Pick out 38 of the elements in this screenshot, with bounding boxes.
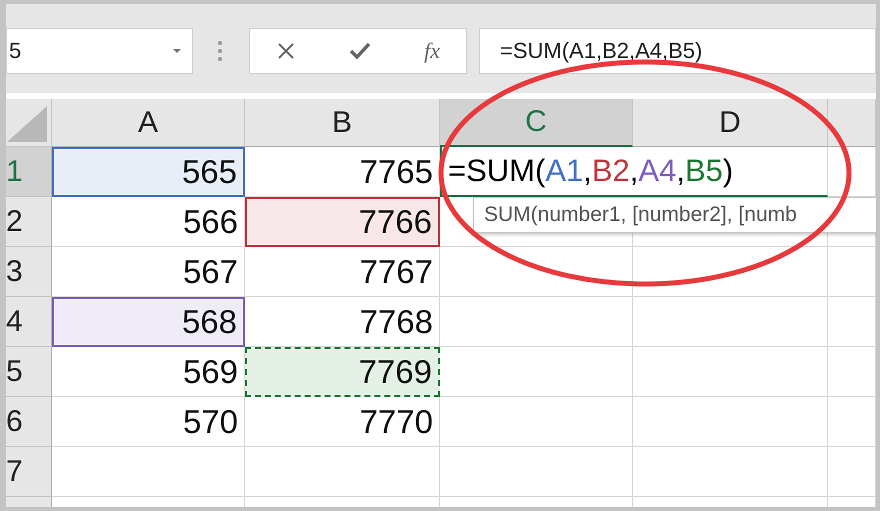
column-header[interactable]: A: [52, 99, 245, 147]
table-cell: 570: [52, 397, 245, 447]
column-header[interactable]: [828, 99, 876, 147]
table-cell: 565: [52, 147, 245, 197]
table-cell: 7770: [245, 397, 440, 447]
table-cell: 7766: [245, 197, 440, 247]
table-cell: 7769: [245, 347, 440, 397]
function-tooltip: SUM(number1, [number2], [numb: [473, 197, 876, 233]
table-cell: 569: [52, 347, 245, 397]
drag-handle-icon[interactable]: [217, 40, 223, 62]
row-header[interactable]: 1: [6, 147, 52, 197]
column-header[interactable]: C: [440, 99, 633, 147]
name-box[interactable]: 5: [6, 28, 193, 74]
corner-triangle-icon: [7, 106, 47, 142]
column-header[interactable]: D: [633, 99, 828, 147]
column-header[interactable]: B: [245, 99, 440, 147]
row-header[interactable]: 7: [6, 447, 52, 497]
empty-cell: [828, 447, 876, 497]
empty-cell: [828, 397, 876, 447]
formula-field[interactable]: =SUM(A1,B2,A4,B5): [479, 28, 876, 74]
table-cell: 566: [52, 197, 245, 247]
empty-cell: [828, 297, 876, 347]
table-cell: 7767: [245, 247, 440, 297]
insert-function-button[interactable]: fx: [420, 34, 444, 68]
row-header[interactable]: 4: [6, 297, 52, 347]
table-cell: 7765: [245, 147, 440, 197]
close-icon: [276, 40, 296, 60]
row-header[interactable]: 3: [6, 247, 52, 297]
table-cell: 567: [52, 247, 245, 297]
empty-cell: [828, 247, 876, 297]
dropdown-caret-icon: [172, 48, 182, 54]
check-icon: [348, 40, 372, 60]
row-header[interactable]: 2: [6, 197, 52, 247]
empty-cell: [828, 347, 876, 397]
table-cell: 7768: [245, 297, 440, 347]
row-header[interactable]: 6: [6, 397, 52, 447]
table-cell: 568: [52, 297, 245, 347]
row-header[interactable]: 5: [6, 347, 52, 397]
